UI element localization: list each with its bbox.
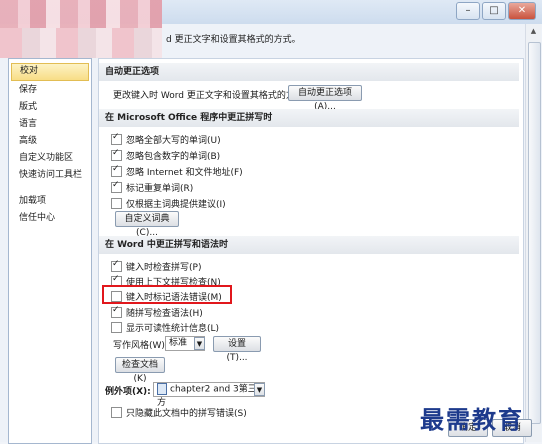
checkbox[interactable] [111,132,122,145]
writing-style-row: 写作风格(W): [113,337,168,351]
option-main-dictionary-only[interactable]: 仅根据主词典提供建议(I) [111,196,226,210]
checkbox[interactable] [111,164,122,177]
option-hide-spelling-errors[interactable]: 只隐藏此文档中的拼写错误(S) [111,405,247,419]
autocorrect-options-button[interactable]: 自动更正选项(A)... [288,85,362,112]
scroll-up-icon[interactable]: ▲ [526,24,541,38]
option-ignore-internet[interactable]: 忽略 Internet 和文件地址(F) [111,164,243,178]
scrollbar[interactable]: ▲ [525,24,541,442]
sidebar-item-quick-access-toolbar[interactable]: 快速访问工具栏 [11,167,89,183]
writing-style-label: 写作风格(W): [113,340,168,351]
header-description: d 更正文字和设置其格式的方式。 [166,35,301,45]
checkbox[interactable] [111,148,122,161]
option-label: 键入时检查拼写(P) [126,262,202,273]
option-ignore-uppercase[interactable]: 忽略全部大写的单词(U) [111,132,221,146]
option-label: 忽略 Internet 和文件地址(F) [126,167,243,178]
checkbox[interactable] [111,197,122,209]
scrollbar-thumb[interactable] [528,42,541,424]
chevron-down-icon[interactable]: ▼ [254,383,265,396]
sidebar-item-customize-ribbon[interactable]: 自定义功能区 [11,150,89,166]
close-button[interactable]: ✕ [508,2,536,20]
section-word-spelling-title: 在 Word 中更正拼写和语法时 [99,236,519,254]
option-ignore-numbers[interactable]: 忽略包含数字的单词(B) [111,148,220,162]
option-label: 仅根据主词典提供建议(I) [126,199,226,210]
word-options-dialog: – □ ✕ d 更正文字和设置其格式的方式。 校对 保存 版式 语言 高级 自定… [0,0,542,444]
highlight-box [102,285,232,304]
custom-dictionaries-button[interactable]: 自定义词典(C)... [115,211,179,238]
option-label: 只隐藏此文档中的拼写错误(S) [126,408,247,419]
options-sidebar: 校对 保存 版式 语言 高级 自定义功能区 快速访问工具栏 加载项 信任中心 [8,58,92,444]
sidebar-item-proofing[interactable]: 校对 [11,63,89,81]
autocorrect-description-text: 更改键入时 Word 更正文字和设置其格式的方式: [113,90,307,101]
checkbox[interactable] [111,180,122,193]
option-label: 忽略包含数字的单词(B) [126,151,221,162]
sidebar-item-language[interactable]: 语言 [11,116,89,132]
options-content: 自动更正选项 更改键入时 Word 更正文字和设置其格式的方式: 自动更正选项(… [98,58,524,444]
sidebar-item-layout[interactable]: 版式 [11,99,89,115]
sidebar-item-addins[interactable]: 加载项 [11,193,89,209]
settings-button[interactable]: 设置(T)... [213,336,261,363]
option-grammar-with-spelling[interactable]: 随拼写检查语法(H) [111,305,203,319]
option-readability-stats[interactable]: 显示可读性统计信息(L) [111,320,219,334]
option-flag-repeated[interactable]: 标记重复单词(R) [111,180,193,194]
window-controls: – □ ✕ [456,2,536,20]
checkbox[interactable] [111,321,122,333]
blurred-region-lower [0,28,162,58]
watermark-logo: 最需教育 [420,405,524,434]
checkbox[interactable] [111,305,122,318]
option-label: 标记重复单词(R) [126,183,194,194]
sidebar-item-advanced[interactable]: 高级 [11,133,89,149]
checkbox[interactable] [111,406,122,418]
sidebar-item-save[interactable]: 保存 [11,82,89,98]
checkbox[interactable] [111,259,122,272]
exceptions-select[interactable]: chapter2 and 3第三方 [153,382,265,408]
maximize-button[interactable]: □ [482,2,506,20]
recheck-document-button[interactable]: 检查文档(K) [115,357,165,384]
minimize-button[interactable]: – [456,2,480,20]
document-icon [157,383,167,395]
section-office-spelling-title: 在 Microsoft Office 程序中更正拼写时 [99,109,519,127]
exceptions-label: 例外项(X): [105,386,151,397]
option-label: 忽略全部大写的单词(U) [126,135,221,146]
option-label: 随拼写检查语法(H) [126,308,203,319]
option-label: 显示可读性统计信息(L) [126,323,220,334]
sidebar-item-trust-center[interactable]: 信任中心 [11,210,89,226]
exceptions-row: 例外项(X): [105,383,151,397]
chevron-down-icon[interactable]: ▼ [194,337,205,350]
section-autocorrect-title: 自动更正选项 [99,63,519,81]
autocorrect-description: 更改键入时 Word 更正文字和设置其格式的方式: [113,87,307,101]
option-check-spelling-as-you-type[interactable]: 键入时检查拼写(P) [111,259,201,273]
